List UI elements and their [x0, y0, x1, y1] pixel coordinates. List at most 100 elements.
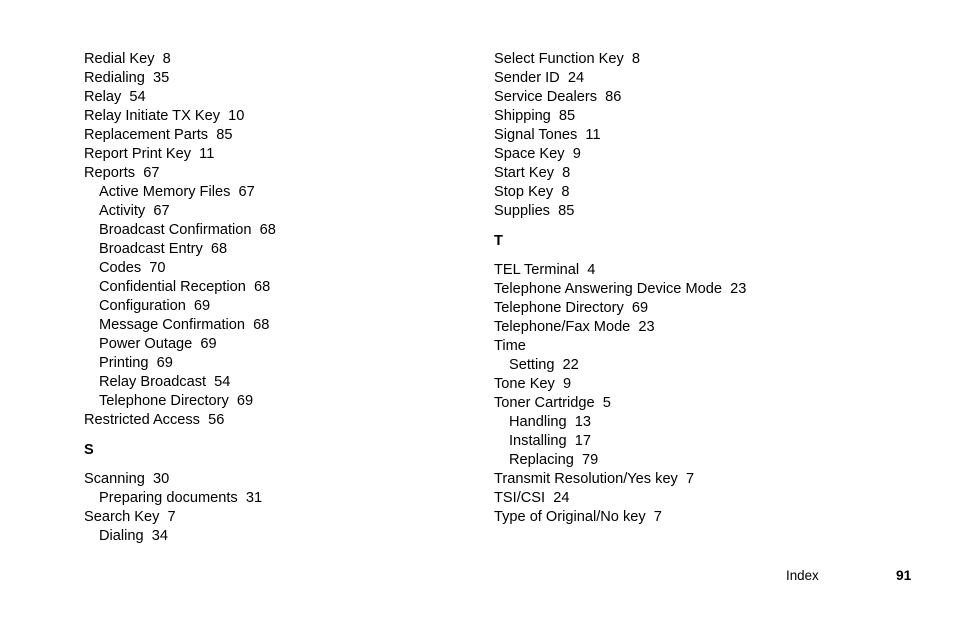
index-subentry: Confidential Reception 68 [84, 278, 474, 297]
index-subentry: Telephone Directory 69 [84, 392, 474, 411]
index-entry: Service Dealers 86 [494, 88, 884, 107]
index-entry-page-number: 69 [192, 336, 217, 352]
index-subentry: Dialing 34 [84, 527, 474, 546]
index-subentry: Power Outage 69 [84, 335, 474, 354]
index-entry-page-number: 17 [566, 433, 591, 449]
index-section-heading-t: T [494, 233, 503, 249]
index-entry: Redialing 35 [84, 69, 474, 88]
index-subentry: Codes 70 [84, 259, 474, 278]
index-subentry: Relay Broadcast 54 [84, 373, 474, 392]
index-entry: Supplies 85 [494, 202, 884, 221]
index-entry: Report Print Key 11 [84, 145, 474, 164]
index-entry: Restricted Access 56 [84, 411, 474, 430]
index-entry-page-number: 69 [185, 298, 211, 314]
index-entry-page-number: 23 [721, 281, 747, 297]
index-entry-term: Broadcast Entry [99, 241, 203, 257]
index-entry-term: Relay Initiate TX Key [84, 108, 221, 124]
index-entry: TEL Terminal 4 [494, 261, 884, 280]
index-entry: TSI/CSI 24 [494, 489, 884, 508]
index-entry-page-number: 10 [220, 108, 245, 124]
index-entry-term: Supplies [494, 203, 550, 219]
index-entry: Telephone Directory 69 [494, 299, 884, 318]
index-entry-list: Redial Key 8 Redialing 35 Relay 54 Relay In… [84, 50, 474, 430]
index-entry-term: Restricted Access [84, 412, 200, 428]
index-entry-term: Shipping [494, 108, 551, 124]
index-entry-term: Tone Key [494, 376, 555, 392]
index-subentry: Printing 69 [84, 354, 474, 373]
index-entry-term: Telephone Directory [99, 393, 229, 409]
index-entry-page-number: 7 [159, 509, 176, 525]
index-entry-term: Message Confirmation [99, 317, 246, 333]
index-entry-page-number: 8 [553, 184, 570, 200]
index-entry-term: Sender ID [494, 70, 560, 86]
index-entry-page-number: 5 [594, 395, 611, 411]
index-subentry: Handling 13 [494, 413, 884, 432]
index-entry: Time [494, 337, 884, 356]
index-entry-page-number: 8 [623, 51, 641, 67]
index-entry-term: Power Outage [99, 336, 193, 352]
index-entry-page-number: 86 [597, 89, 622, 105]
index-entry-term: Space Key [494, 146, 565, 162]
index-subentry: Active Memory Files 67 [84, 183, 474, 202]
index-entry: Select Function Key 8 [494, 50, 884, 69]
index-entry-term: Scanning [84, 471, 145, 487]
index-entry: Toner Cartridge 5 [494, 394, 884, 413]
index-subentry: Installing 17 [494, 432, 884, 451]
index-entry: Scanning 30 [84, 470, 474, 489]
index-entry-page-number: 68 [251, 222, 276, 238]
index-entry-term: Setting [509, 357, 555, 373]
index-subentry: Broadcast Entry 68 [84, 240, 474, 259]
index-entry-term: Replacement Parts [84, 127, 209, 143]
index-entry-term: Active Memory Files [99, 184, 231, 200]
index-entry-term: Search Key [84, 509, 160, 525]
index-entry-page-number: 70 [141, 260, 166, 276]
index-entry-term: Configuration [99, 298, 186, 314]
index-entry-page-number: 11 [191, 146, 215, 162]
index-subentry: Broadcast Confirmation 68 [84, 221, 474, 240]
index-entry-term: Handling [509, 414, 567, 430]
index-entry: Relay 54 [84, 88, 474, 107]
index-entry-term: Relay Broadcast [99, 374, 207, 390]
index-entry-term: Transmit Resolution/Yes key [494, 471, 678, 487]
index-entry-page-number: 31 [237, 490, 263, 506]
index-entry-page-number: 85 [550, 108, 576, 124]
index-entry-term: Broadcast Confirmation [99, 222, 252, 238]
index-entry-term: Relay [84, 89, 122, 105]
index-entry: Sender ID 24 [494, 69, 884, 88]
index-entry-term: Toner Cartridge [494, 395, 595, 411]
index-entry-page-number: 22 [554, 357, 579, 373]
index-entry-term: Installing [509, 433, 567, 449]
index-entry-term: Time [494, 338, 526, 354]
index-subentry: Setting 22 [494, 356, 884, 375]
index-entry-term: Redial Key [84, 51, 155, 67]
index-subentry: Replacing 79 [494, 451, 884, 470]
index-subentry: Preparing documents 31 [84, 489, 474, 508]
index-entry-term: Printing [99, 355, 149, 371]
index-entry-page-number: 85 [208, 127, 233, 143]
index-entry-page-number: 11 [577, 127, 601, 143]
index-entry-page-number: 24 [559, 70, 585, 86]
index-entry-term: Signal Tones [494, 127, 578, 143]
index-entry-term: Replacing [509, 452, 574, 468]
index-entry-page-number: 30 [144, 471, 170, 487]
index-entry: Telephone/Fax Mode 23 [494, 318, 884, 337]
index-entry-term: Type of Original/No key [494, 509, 646, 525]
index-entry-term: Codes [99, 260, 142, 276]
index-entry: Reports 67 [84, 164, 474, 183]
index-entry-page-number: 56 [199, 412, 225, 428]
index-column-right: Select Function Key 8 Sender ID 24 Service… [494, 50, 884, 527]
index-entry-term: Preparing documents [99, 490, 238, 506]
index-entry-term: Report Print Key [84, 146, 192, 162]
index-entry-page-number: 8 [554, 165, 571, 181]
index-subentry: Activity 67 [84, 202, 474, 221]
index-entry-term: Select Function Key [494, 51, 624, 67]
index-entry-page-number: 69 [228, 393, 254, 409]
index-entry-page-number: 69 [148, 355, 173, 371]
index-entry: Search Key 7 [84, 508, 474, 527]
index-entry-term: Redialing [84, 70, 145, 86]
index-entry-list: TEL Terminal 4 Telephone Answering Device… [494, 261, 884, 527]
index-entry: Tone Key 9 [494, 375, 884, 394]
index-subentry: Configuration 69 [84, 297, 474, 316]
index-entry: Start Key 8 [494, 164, 884, 183]
index-entry: Type of Original/No key 7 [494, 508, 884, 527]
